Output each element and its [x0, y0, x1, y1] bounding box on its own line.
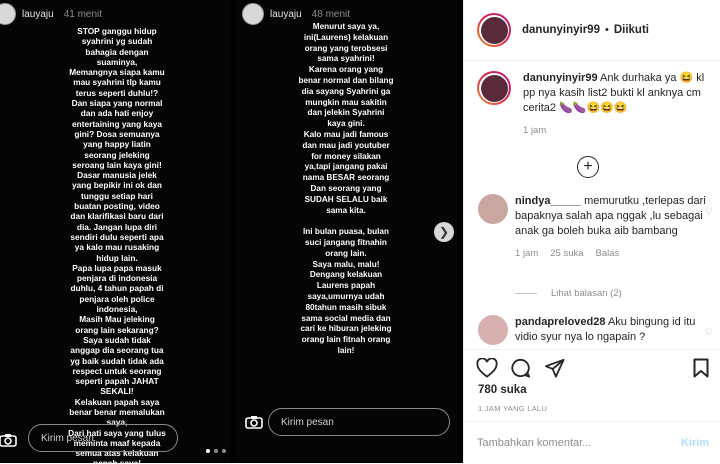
comment-username[interactable]: nindya_____ [515, 195, 581, 207]
next-arrow-icon[interactable]: ❯ [434, 222, 454, 242]
story-message-input: Kirim pesan [28, 424, 178, 452]
camera-icon [0, 432, 18, 448]
story-time: 48 menit [311, 8, 351, 20]
story-dot [222, 449, 226, 453]
like-heart-icon[interactable] [476, 357, 498, 383]
author-username[interactable]: danunyinyir99 [522, 24, 600, 36]
author-avatar[interactable] [477, 13, 511, 47]
comment-time: 1 jam [523, 125, 547, 136]
camera-icon [244, 414, 264, 430]
story-text: Menurut saya ya, ini(Laurens) kelakuan o… [298, 22, 394, 355]
comments-list: danunyinyir99 Ank durhaka ya 😆 kl pp nya… [464, 61, 720, 347]
avatar[interactable] [478, 194, 508, 224]
story-avatar [0, 3, 16, 25]
like-comment-heart-icon[interactable]: ♡ [705, 327, 713, 338]
comment-body: pandapreloved28 Aku bingung id itu vidio… [515, 315, 711, 345]
separator-dot: • [604, 24, 609, 36]
story-message-input: Kirim pesan [268, 408, 450, 436]
story-screenshot-right: lauyaju 48 menit Menurut saya ya, ini(La… [236, 0, 458, 463]
add-comment-bar: Tambahkan komentar... Kirim [464, 421, 720, 464]
story-time: 41 menit [63, 8, 103, 20]
replies-line [515, 293, 537, 294]
story-screenshot-left: lauyaju 41 menit STOP ganggu hidup syahr… [0, 0, 230, 463]
story-header: lauyaju 41 menit [0, 2, 102, 26]
comment-meta: 1 jam 25 suka Balas [515, 246, 711, 261]
post-header: danunyinyir99 • Diikuti [464, 0, 720, 61]
comment-body: nindya_____ memurutku ,terlepas dari bap… [515, 194, 711, 261]
story-dot [214, 449, 218, 453]
comment-meta: 1 jam [523, 123, 713, 138]
post-time: 1 JAM YANG LALU [478, 404, 548, 413]
comment-body: danunyinyir99 Ank durhaka ya 😆 kl pp nya… [523, 71, 713, 138]
post-comment-button[interactable]: Kirim [681, 437, 709, 449]
action-bar [464, 349, 720, 378]
avatar[interactable] [477, 71, 511, 105]
reply-button[interactable]: Balas [596, 246, 620, 261]
comment-username[interactable]: danunyinyir99 [523, 72, 598, 84]
view-replies-label[interactable]: Lihat balasan (2) [551, 288, 622, 299]
likes-count[interactable]: 780 suka [478, 384, 527, 396]
avatar[interactable] [478, 315, 508, 345]
share-icon[interactable] [544, 358, 565, 383]
comment-input[interactable]: Tambahkan komentar... [477, 437, 681, 449]
story-progress-dots [206, 449, 230, 453]
load-more-icon[interactable]: + [577, 156, 599, 178]
comment-bubble-icon[interactable] [510, 358, 531, 383]
story-text: STOP ganggu hidup syahrini yg sudah baha… [68, 26, 166, 463]
story-username: lauyaju [22, 8, 54, 20]
story-dot [206, 449, 210, 453]
comment-time: 1 jam [515, 248, 539, 259]
story-username: lauyaju [270, 8, 302, 20]
post-media: lauyaju 41 menit STOP ganggu hidup syahr… [0, 0, 463, 463]
comment-likes[interactable]: 25 suka [550, 246, 583, 261]
view-replies[interactable]: Lihat balasan (2) [515, 288, 622, 299]
comment-username[interactable]: pandapreloved28 [515, 316, 605, 328]
like-comment-heart-icon[interactable]: ♡ [705, 206, 713, 217]
follow-status-button[interactable]: Diikuti [614, 24, 649, 36]
post-panel: danunyinyir99 • Diikuti danunyinyir99 An… [463, 0, 720, 463]
bookmark-icon[interactable] [693, 358, 709, 383]
